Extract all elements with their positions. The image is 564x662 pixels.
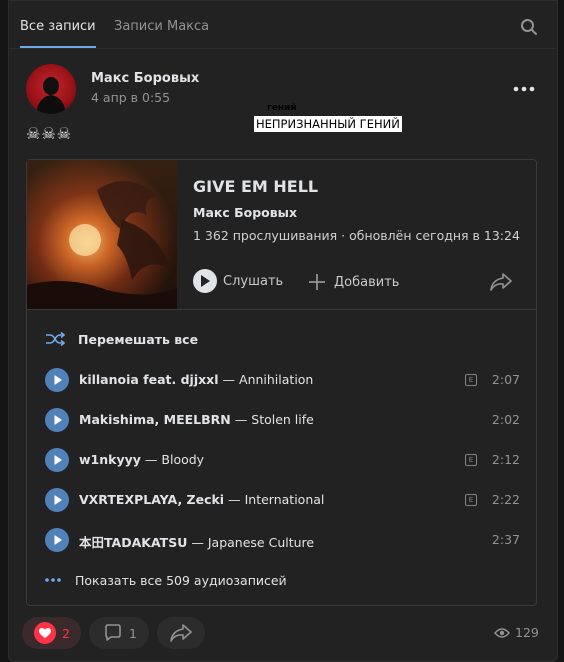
track-artist[interactable]: killanoia feat. djjxxl bbox=[79, 372, 219, 387]
shuffle-label: Перемешать все bbox=[78, 331, 199, 347]
dots-icon bbox=[45, 578, 61, 582]
show-all-label: Показать все 509 аудиозаписей bbox=[75, 572, 287, 588]
playlist-card: GIVE EM HELL Макс Боровых 1 362 прослуши… bbox=[26, 159, 537, 606]
post-text: ☠☠☠ bbox=[26, 124, 73, 143]
share-icon[interactable] bbox=[489, 272, 513, 292]
track-row[interactable]: VXRTEXPLAYA, Zecki — International E 2:22 bbox=[45, 488, 520, 512]
eye-icon bbox=[494, 627, 510, 638]
listen-button[interactable]: Слушать bbox=[193, 269, 283, 293]
play-icon[interactable] bbox=[45, 488, 69, 512]
avatar[interactable] bbox=[26, 64, 76, 114]
plus-icon bbox=[309, 274, 325, 290]
track-duration: 2:02 bbox=[491, 412, 520, 427]
track-title: Japanese Culture bbox=[207, 535, 315, 550]
track-title: Stolen life bbox=[251, 412, 314, 427]
play-icon bbox=[193, 269, 217, 293]
wall-tabs: Все записи Записи Макса bbox=[8, 0, 556, 49]
track-artist[interactable]: w1nkyyy bbox=[79, 452, 141, 467]
search-icon[interactable] bbox=[520, 18, 538, 36]
more-icon[interactable] bbox=[513, 86, 535, 92]
track-artist[interactable]: 本田TADAKATSU bbox=[79, 535, 187, 550]
playlist-stats: 1 362 прослушивания · обновлён сегодня в… bbox=[193, 228, 520, 243]
track-artist[interactable]: VXRTEXPLAYA, Zecki bbox=[79, 492, 224, 507]
comment-count: 1 bbox=[129, 625, 137, 641]
post-author[interactable]: Макс Боровых bbox=[91, 71, 199, 86]
track-duration: 2:12 bbox=[491, 452, 520, 467]
explicit-badge: E bbox=[465, 454, 477, 466]
track-duration: 2:37 bbox=[491, 532, 520, 547]
like-button[interactable]: 2 bbox=[22, 617, 81, 649]
playlist-title[interactable]: GIVE EM HELL bbox=[193, 177, 318, 196]
track-title: International bbox=[244, 492, 325, 507]
tab-all-posts[interactable]: Все записи bbox=[20, 0, 96, 48]
shuffle-all-button[interactable]: Перемешать все bbox=[45, 330, 198, 348]
post-date[interactable]: 4 апр в 0:55 bbox=[91, 90, 170, 105]
track-title: Bloody bbox=[161, 452, 205, 467]
shuffle-icon bbox=[46, 332, 65, 346]
comment-icon bbox=[105, 624, 121, 641]
share-icon bbox=[170, 624, 192, 642]
playlist-divider bbox=[27, 309, 536, 310]
play-icon[interactable] bbox=[45, 528, 69, 552]
explicit-badge: E bbox=[465, 374, 477, 386]
playlist-cover[interactable] bbox=[27, 160, 177, 310]
play-icon[interactable] bbox=[45, 368, 69, 392]
playlist-owner[interactable]: Макс Боровых bbox=[193, 205, 297, 220]
listen-label: Слушать bbox=[223, 273, 284, 289]
status-text-box: НЕПРИЗНАННЫЙ ГЕНИЙ bbox=[254, 116, 402, 132]
track-row[interactable]: killanoia feat. djjxxl — Annihilation E 2:… bbox=[45, 368, 520, 392]
play-icon[interactable] bbox=[45, 448, 69, 472]
explicit-badge: E bbox=[465, 494, 477, 506]
track-duration: 2:07 bbox=[491, 372, 520, 387]
show-all-tracks-button[interactable]: Показать все 509 аудиозаписей bbox=[45, 571, 287, 589]
heart-icon bbox=[34, 622, 56, 644]
add-button[interactable]: Добавить bbox=[307, 270, 399, 294]
views-counter: 129 bbox=[494, 625, 539, 640]
track-duration: 2:22 bbox=[491, 492, 520, 507]
track-row[interactable]: Makishima, MEELBRN — Stolen life 2:02 bbox=[45, 408, 520, 432]
track-artist[interactable]: Makishima, MEELBRN bbox=[79, 412, 231, 427]
tab-owner-posts[interactable]: Записи Макса bbox=[114, 0, 209, 47]
track-row[interactable]: w1nkyyy — Bloody E 2:12 bbox=[45, 448, 520, 472]
add-label: Добавить bbox=[334, 274, 400, 290]
like-count: 2 bbox=[62, 625, 70, 641]
play-icon[interactable] bbox=[45, 408, 69, 432]
track-title: Annihilation bbox=[239, 372, 314, 387]
track-row[interactable]: 本田TADAKATSU — Japanese Culture 2:37 bbox=[45, 528, 520, 552]
views-count: 129 bbox=[515, 625, 539, 640]
status-text-small: гений bbox=[267, 103, 297, 113]
share-button[interactable] bbox=[157, 617, 205, 649]
comment-button[interactable]: 1 bbox=[89, 617, 149, 649]
